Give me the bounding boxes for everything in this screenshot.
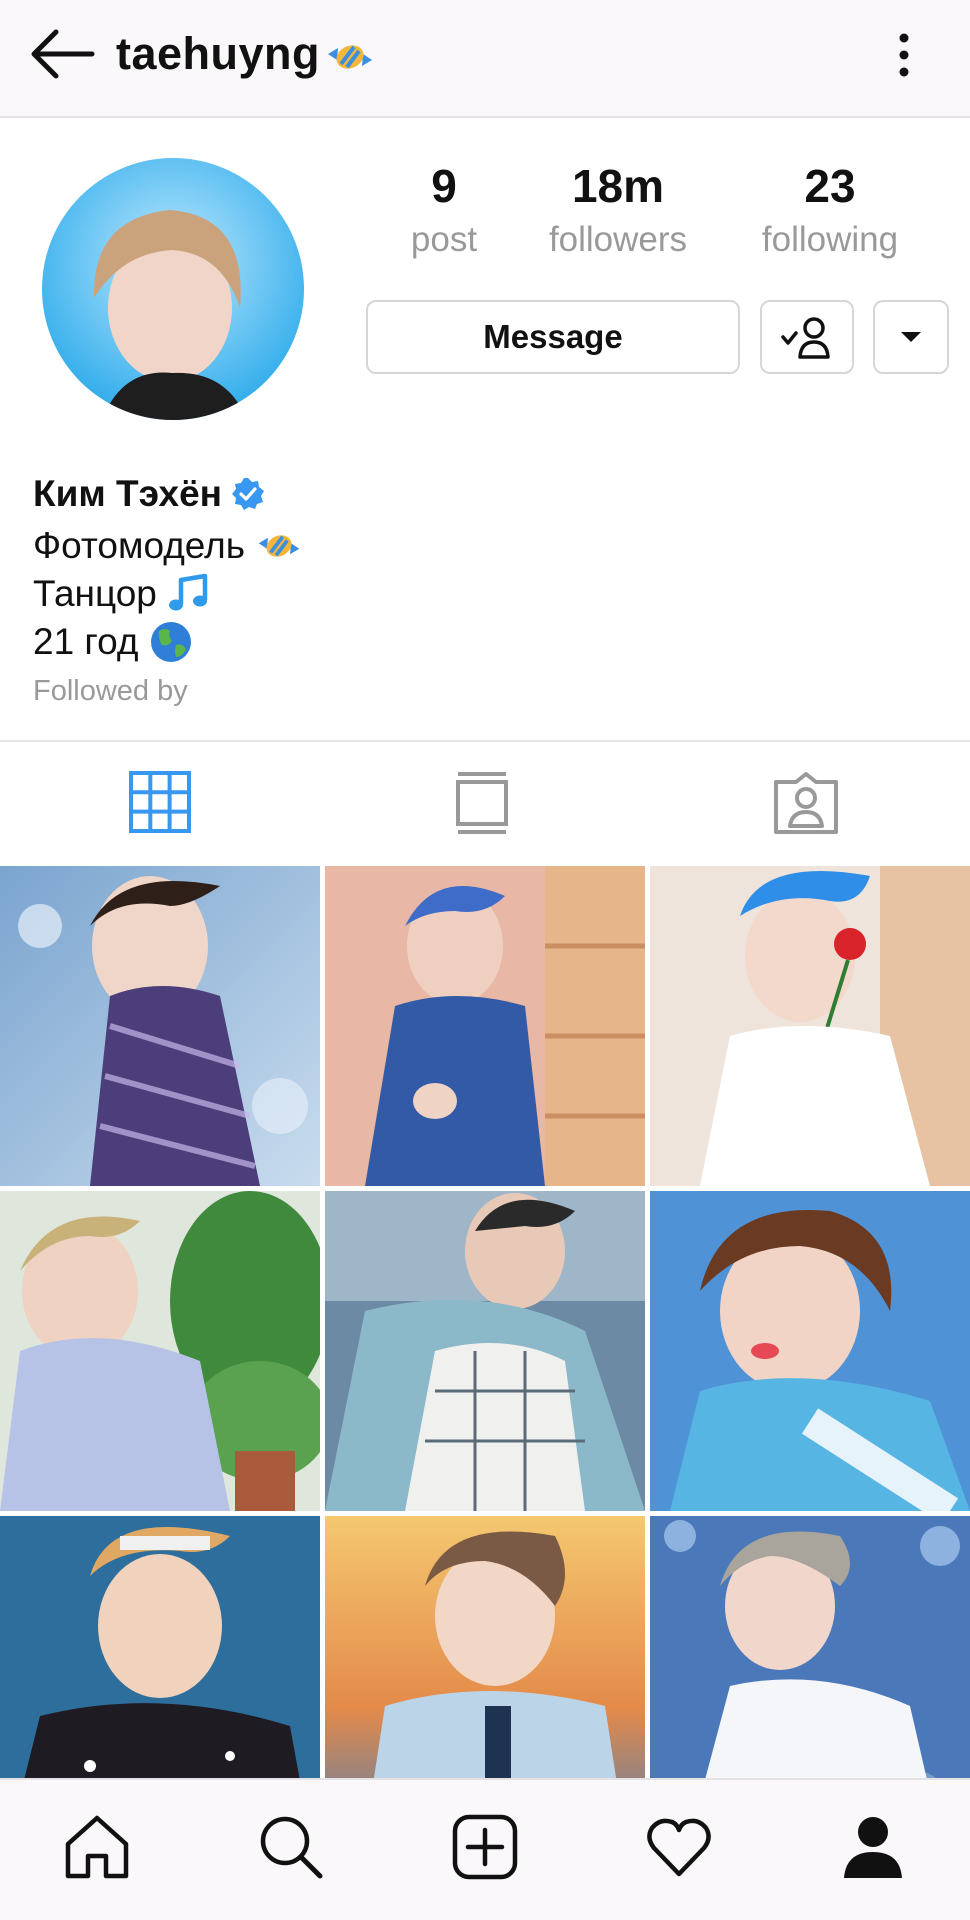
bio-line-2-text: Танцор — [33, 573, 157, 614]
caret-down-icon — [901, 332, 921, 342]
photo-image — [325, 1516, 645, 1778]
message-button-label: Message — [483, 318, 623, 355]
top-bar: taehuyng — [0, 0, 970, 118]
followed-by-text: Followed by — [33, 675, 188, 707]
stat-posts[interactable]: 9 post — [388, 158, 500, 266]
stat-following[interactable]: 23 following — [740, 158, 920, 266]
photo-image — [0, 1516, 320, 1778]
nav-profile[interactable] — [838, 1812, 908, 1882]
photo-tile[interactable] — [0, 1516, 320, 1778]
photo-image — [650, 1191, 970, 1511]
following-button[interactable] — [760, 300, 854, 374]
photo-tile[interactable] — [650, 1191, 970, 1511]
stat-posts-value: 9 — [431, 160, 457, 212]
verified-badge-icon — [232, 478, 265, 510]
heart-icon — [647, 1818, 711, 1877]
tab-feed[interactable] — [450, 770, 522, 840]
globe-icon — [151, 622, 192, 662]
avatar-photo — [42, 158, 304, 420]
grid-icon — [129, 771, 191, 833]
plus-square-icon — [452, 1814, 518, 1880]
stat-following-label: following — [761, 220, 899, 259]
more-options-button[interactable] — [888, 30, 920, 80]
profile-avatar[interactable] — [42, 158, 304, 420]
stat-followers[interactable]: 18m followers — [528, 158, 708, 266]
music-note-icon — [168, 573, 208, 611]
photo-image — [325, 866, 645, 1186]
stat-followers-value: 18m — [571, 160, 665, 212]
home-icon — [65, 1815, 129, 1879]
tagged-person-icon — [774, 772, 838, 834]
candy-icon — [258, 535, 300, 557]
profile-icon — [844, 1817, 902, 1878]
profile-bio: Ким Тэхён Фотомодель Танцор 21 год Follo… — [33, 466, 303, 714]
bio-line-3-text: 21 год — [33, 621, 139, 662]
search-icon — [260, 1816, 323, 1879]
photo-tile[interactable] — [325, 1516, 645, 1778]
photo-image — [0, 1191, 320, 1511]
photo-image — [650, 1516, 970, 1778]
stat-following-value: 23 — [804, 160, 856, 212]
display-name: Ким Тэхён — [33, 473, 223, 514]
arrow-left-icon — [31, 29, 95, 79]
bio-name-row: Ким Тэхён — [33, 466, 303, 522]
photo-image — [325, 1191, 645, 1511]
nav-home[interactable] — [62, 1812, 132, 1882]
photo-grid — [0, 866, 970, 1778]
photo-tile[interactable] — [650, 1516, 970, 1778]
photo-tile[interactable] — [325, 866, 645, 1186]
nav-new-post[interactable] — [450, 1812, 520, 1882]
nav-search[interactable] — [256, 1812, 326, 1882]
tab-tagged[interactable] — [772, 770, 844, 840]
profile-username: taehuyng — [116, 28, 376, 80]
username-text: taehuyng — [116, 28, 321, 79]
stat-posts-label: post — [410, 220, 478, 259]
profile-tabs — [0, 740, 970, 866]
bio-line-1: Фотомодель — [33, 522, 303, 570]
tab-grid[interactable] — [128, 770, 200, 840]
candy-icon — [328, 45, 373, 69]
user-check-icon — [781, 317, 830, 359]
photo-image — [0, 866, 320, 1186]
bio-line-1-text: Фотомодель — [33, 525, 246, 566]
bio-line-2: Танцор — [33, 570, 303, 618]
back-button[interactable] — [28, 26, 98, 82]
photo-tile[interactable] — [0, 866, 320, 1186]
message-button[interactable]: Message — [366, 300, 740, 374]
suggestions-dropdown-button[interactable] — [873, 300, 949, 374]
stat-followers-label: followers — [548, 220, 688, 259]
photo-tile[interactable] — [325, 1191, 645, 1511]
nav-activity[interactable] — [644, 1812, 714, 1882]
feed-icon — [456, 772, 508, 834]
bottom-navigation — [0, 1778, 970, 1920]
more-vertical-icon — [899, 33, 909, 77]
photo-image — [650, 866, 970, 1186]
bio-line-3: 21 год — [33, 618, 303, 666]
photo-tile[interactable] — [650, 866, 970, 1186]
photo-tile[interactable] — [0, 1191, 320, 1511]
